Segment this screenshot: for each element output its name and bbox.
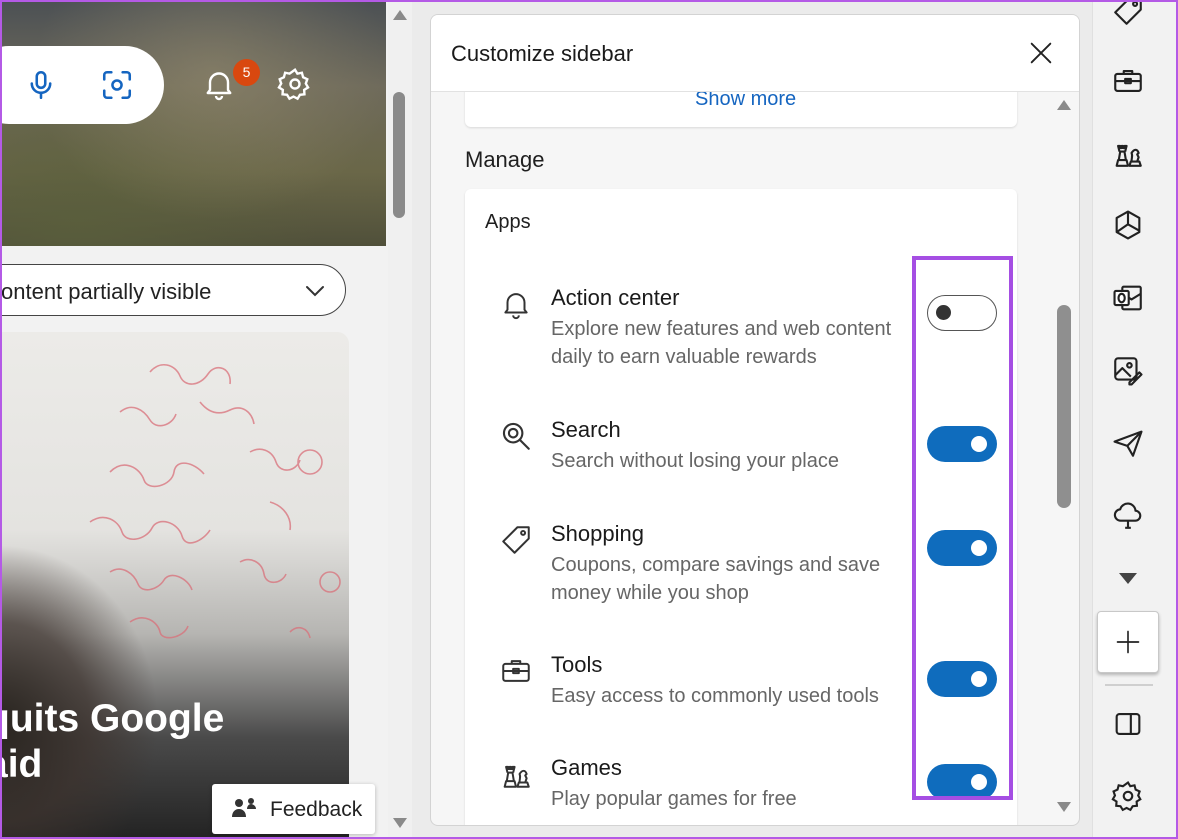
outlook-icon[interactable]	[1111, 281, 1145, 315]
chess-icon	[499, 757, 533, 791]
chevron-down-icon[interactable]	[1119, 573, 1137, 584]
close-icon[interactable]	[1027, 39, 1055, 67]
visual-search-icon[interactable]	[100, 68, 134, 102]
feedback-label: Feedback	[270, 798, 363, 821]
toggles-highlight-box	[912, 256, 1013, 800]
app-description: Play popular games for free	[551, 788, 797, 810]
bell-icon	[499, 287, 533, 321]
scroll-up-arrow-icon[interactable]	[393, 10, 407, 20]
notification-count-badge: 5	[233, 59, 260, 86]
sidebar-divider	[1105, 684, 1153, 686]
chess-icon[interactable]	[1111, 136, 1145, 170]
panel-title: Customize sidebar	[451, 41, 634, 66]
app-name: Search	[551, 417, 621, 442]
app-name: Tools	[551, 652, 603, 677]
tag-icon[interactable]	[1111, 0, 1145, 28]
tag-icon	[499, 523, 533, 557]
notifications-bell-icon[interactable]	[201, 66, 237, 102]
image-creator-icon[interactable]	[1111, 354, 1145, 388]
app-description: Search without losing your place	[551, 450, 839, 472]
content-visibility-dropdown[interactable]: ontent partially visible	[0, 264, 346, 316]
headline-line-2: aid	[0, 743, 43, 786]
page-settings-icon[interactable]	[277, 66, 313, 102]
app-name: Action center	[551, 285, 680, 310]
whiteboard-scribble-image	[89, 364, 341, 639]
page-scrollbar-thumb[interactable]	[393, 92, 405, 218]
m365-icon[interactable]	[1111, 208, 1145, 242]
microphone-icon[interactable]	[24, 68, 58, 102]
scroll-down-arrow-icon[interactable]	[393, 818, 407, 828]
article-headline[interactable]: quits Google aid	[0, 696, 224, 788]
app-description: Easy access to commonly used tools	[551, 685, 879, 707]
app-name: Games	[551, 755, 622, 780]
add-icon	[1114, 628, 1142, 656]
app-description: Coupons, compare savings and save money …	[551, 554, 881, 604]
split-screen-icon[interactable]	[1111, 707, 1145, 741]
add-app-button[interactable]	[1097, 611, 1159, 673]
chevron-down-icon	[303, 279, 327, 303]
content-visibility-label: ontent partially visible	[1, 279, 212, 304]
page-scrollbar[interactable]	[388, 0, 412, 839]
headline-line-1: quits Google	[0, 697, 225, 740]
panel-scroll-up-arrow-icon[interactable]	[1057, 100, 1071, 110]
manage-section-title: Manage	[465, 147, 545, 172]
apps-title: Apps	[485, 211, 531, 233]
panel-scrollbar-thumb[interactable]	[1057, 305, 1071, 508]
panel-scroll-down-arrow-icon[interactable]	[1057, 802, 1071, 812]
app-description: Explore new features and web content dai…	[551, 318, 892, 368]
web-page: 5 ontent partially visible quits Google …	[0, 0, 388, 839]
toolbox-icon	[499, 654, 533, 688]
search-icon	[499, 419, 533, 453]
panel-header: Customize sidebar	[431, 15, 1079, 92]
app-name: Shopping	[551, 521, 644, 546]
search-box[interactable]	[0, 46, 164, 124]
toolbox-icon[interactable]	[1111, 64, 1145, 98]
send-icon[interactable]	[1111, 426, 1145, 460]
settings-icon[interactable]	[1111, 779, 1145, 813]
cloud-icon[interactable]	[1111, 498, 1145, 532]
feedback-people-icon	[232, 797, 258, 821]
feedback-button[interactable]: Feedback	[212, 784, 375, 834]
